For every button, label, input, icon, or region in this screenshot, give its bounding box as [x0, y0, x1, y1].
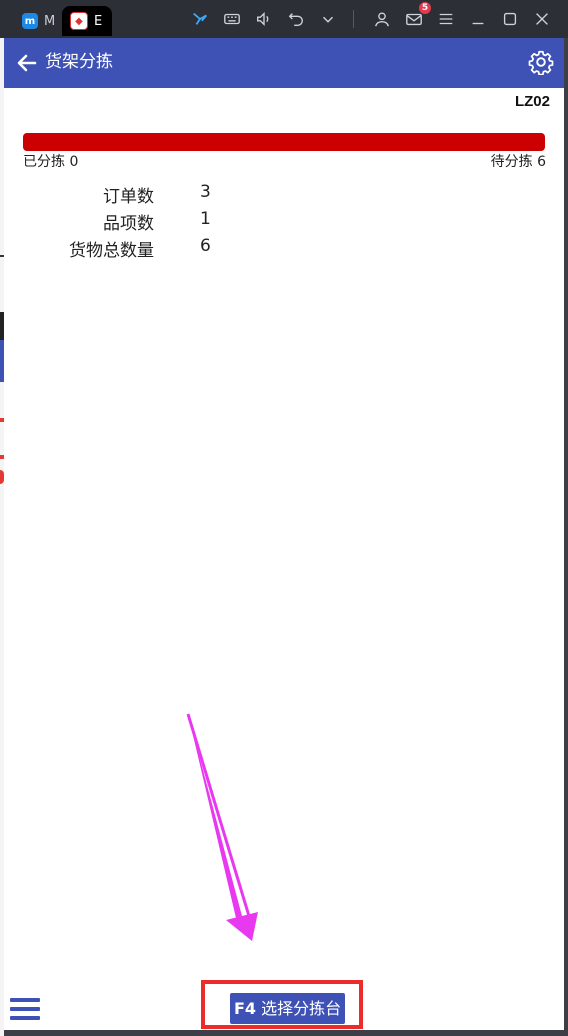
stat-value: 3	[200, 182, 211, 202]
stat-row-quantity: 货物总数量 6	[4, 236, 304, 263]
back-arrow-icon[interactable]	[14, 50, 40, 76]
toolbar-divider	[353, 10, 354, 28]
tab-label: M	[44, 13, 56, 29]
keyboard-icon[interactable]	[221, 8, 243, 30]
gear-icon[interactable]	[528, 49, 554, 76]
chevron-down-icon[interactable]	[317, 8, 339, 30]
app-bar: 货架分拣	[4, 38, 564, 88]
volume-icon[interactable]	[253, 8, 275, 30]
stat-label: 品项数	[103, 214, 154, 234]
stat-value: 1	[200, 209, 211, 229]
highlight-annotation-box	[201, 980, 363, 1029]
sorting-progress-bar	[23, 133, 545, 151]
close-icon[interactable]	[531, 8, 553, 30]
stat-row-orders: 订单数 3	[4, 182, 304, 209]
tab-label: E	[94, 13, 103, 29]
stat-label: 订单数	[103, 187, 154, 207]
butterfly-icon[interactable]	[189, 8, 211, 30]
user-icon[interactable]	[371, 8, 393, 30]
notification-badge: 5	[419, 2, 431, 14]
stats-list: 订单数 3 品项数 1 货物总数量 6	[4, 182, 304, 263]
stat-label: 货物总数量	[69, 241, 154, 261]
app-red-icon: ◆	[70, 12, 88, 30]
stat-value: 6	[200, 236, 211, 256]
shelf-code: LZ02	[514, 93, 550, 110]
shelf-sorting-screen: 货架分拣 LZ02 已分拣 0 待分拣 6 订单数 3 品项数 1 货物总数量 …	[4, 38, 564, 1030]
sorted-count-label: 已分拣 0	[23, 154, 79, 170]
app-blue-icon: m	[22, 13, 38, 29]
minimize-icon[interactable]	[467, 8, 489, 30]
hamburger-menu-icon[interactable]	[10, 998, 40, 1026]
browser-tab-1[interactable]: m M	[14, 6, 58, 36]
window-titlebar: m M ◆ E 5	[0, 0, 568, 38]
browser-tab-2[interactable]: ◆ E	[62, 6, 112, 36]
pending-count-label: 待分拣 6	[490, 154, 546, 170]
hamburger-menu-icon[interactable]	[435, 8, 457, 30]
stat-row-items: 品项数 1	[4, 209, 304, 236]
undo-icon[interactable]	[285, 8, 307, 30]
page-title: 货架分拣	[45, 52, 113, 72]
maximize-icon[interactable]	[499, 8, 521, 30]
